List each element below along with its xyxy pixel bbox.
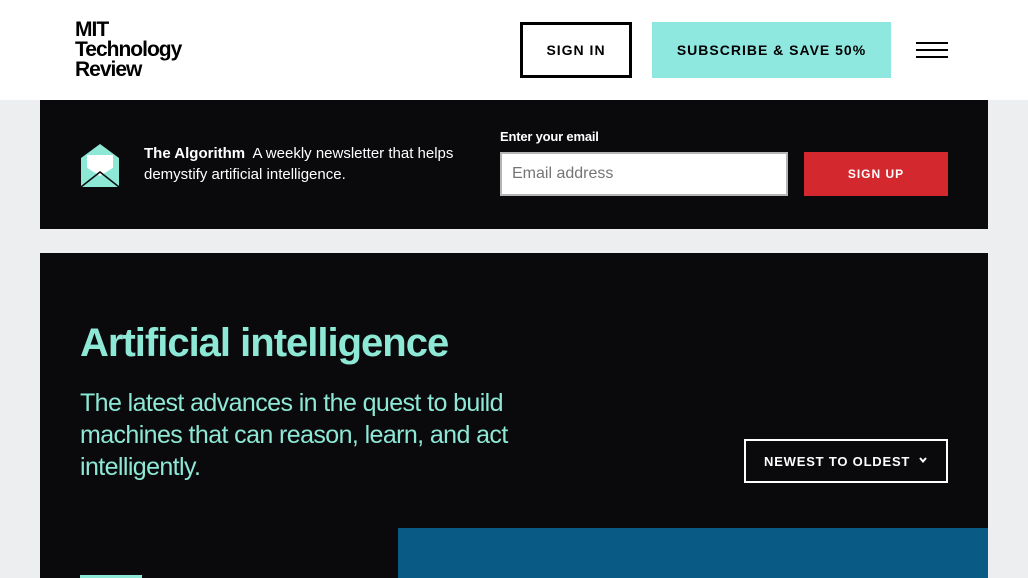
sort-order-select[interactable]: NEWEST TO OLDEST [744,439,948,483]
chevron-down-icon [919,457,927,464]
newsletter-description: The Algorithm A weekly newsletter that h… [144,143,484,185]
email-field[interactable] [500,152,788,196]
subscribe-button[interactable]: SUBSCRIBE & SAVE 50% [652,22,891,78]
logo-line-2: Technology [75,38,182,61]
featured-article-card[interactable] [398,528,988,578]
envelope-icon [81,144,119,187]
mit-technology-review-logo[interactable]: MIT Technology Review [75,18,200,82]
site-header: MIT Technology Review SIGN IN SUBSCRIBE … [0,0,1028,100]
page-title: Artificial intelligence [80,321,449,365]
email-label: Enter your email [500,129,599,144]
sign-up-button[interactable]: SIGN UP [804,152,948,196]
topic-hero: Artificial intelligence The latest advan… [40,253,988,578]
newsletter-name: The Algorithm [144,145,246,162]
logo-line-1: MIT [75,18,109,41]
sign-in-button[interactable]: SIGN IN [520,22,632,78]
sort-order-label: NEWEST TO OLDEST [764,453,911,469]
logo-line-3: Review [75,58,142,81]
hamburger-menu-icon[interactable] [916,42,948,58]
newsletter-signup: The Algorithm A weekly newsletter that h… [40,100,988,229]
topic-description: The latest advances in the quest to buil… [80,389,508,481]
